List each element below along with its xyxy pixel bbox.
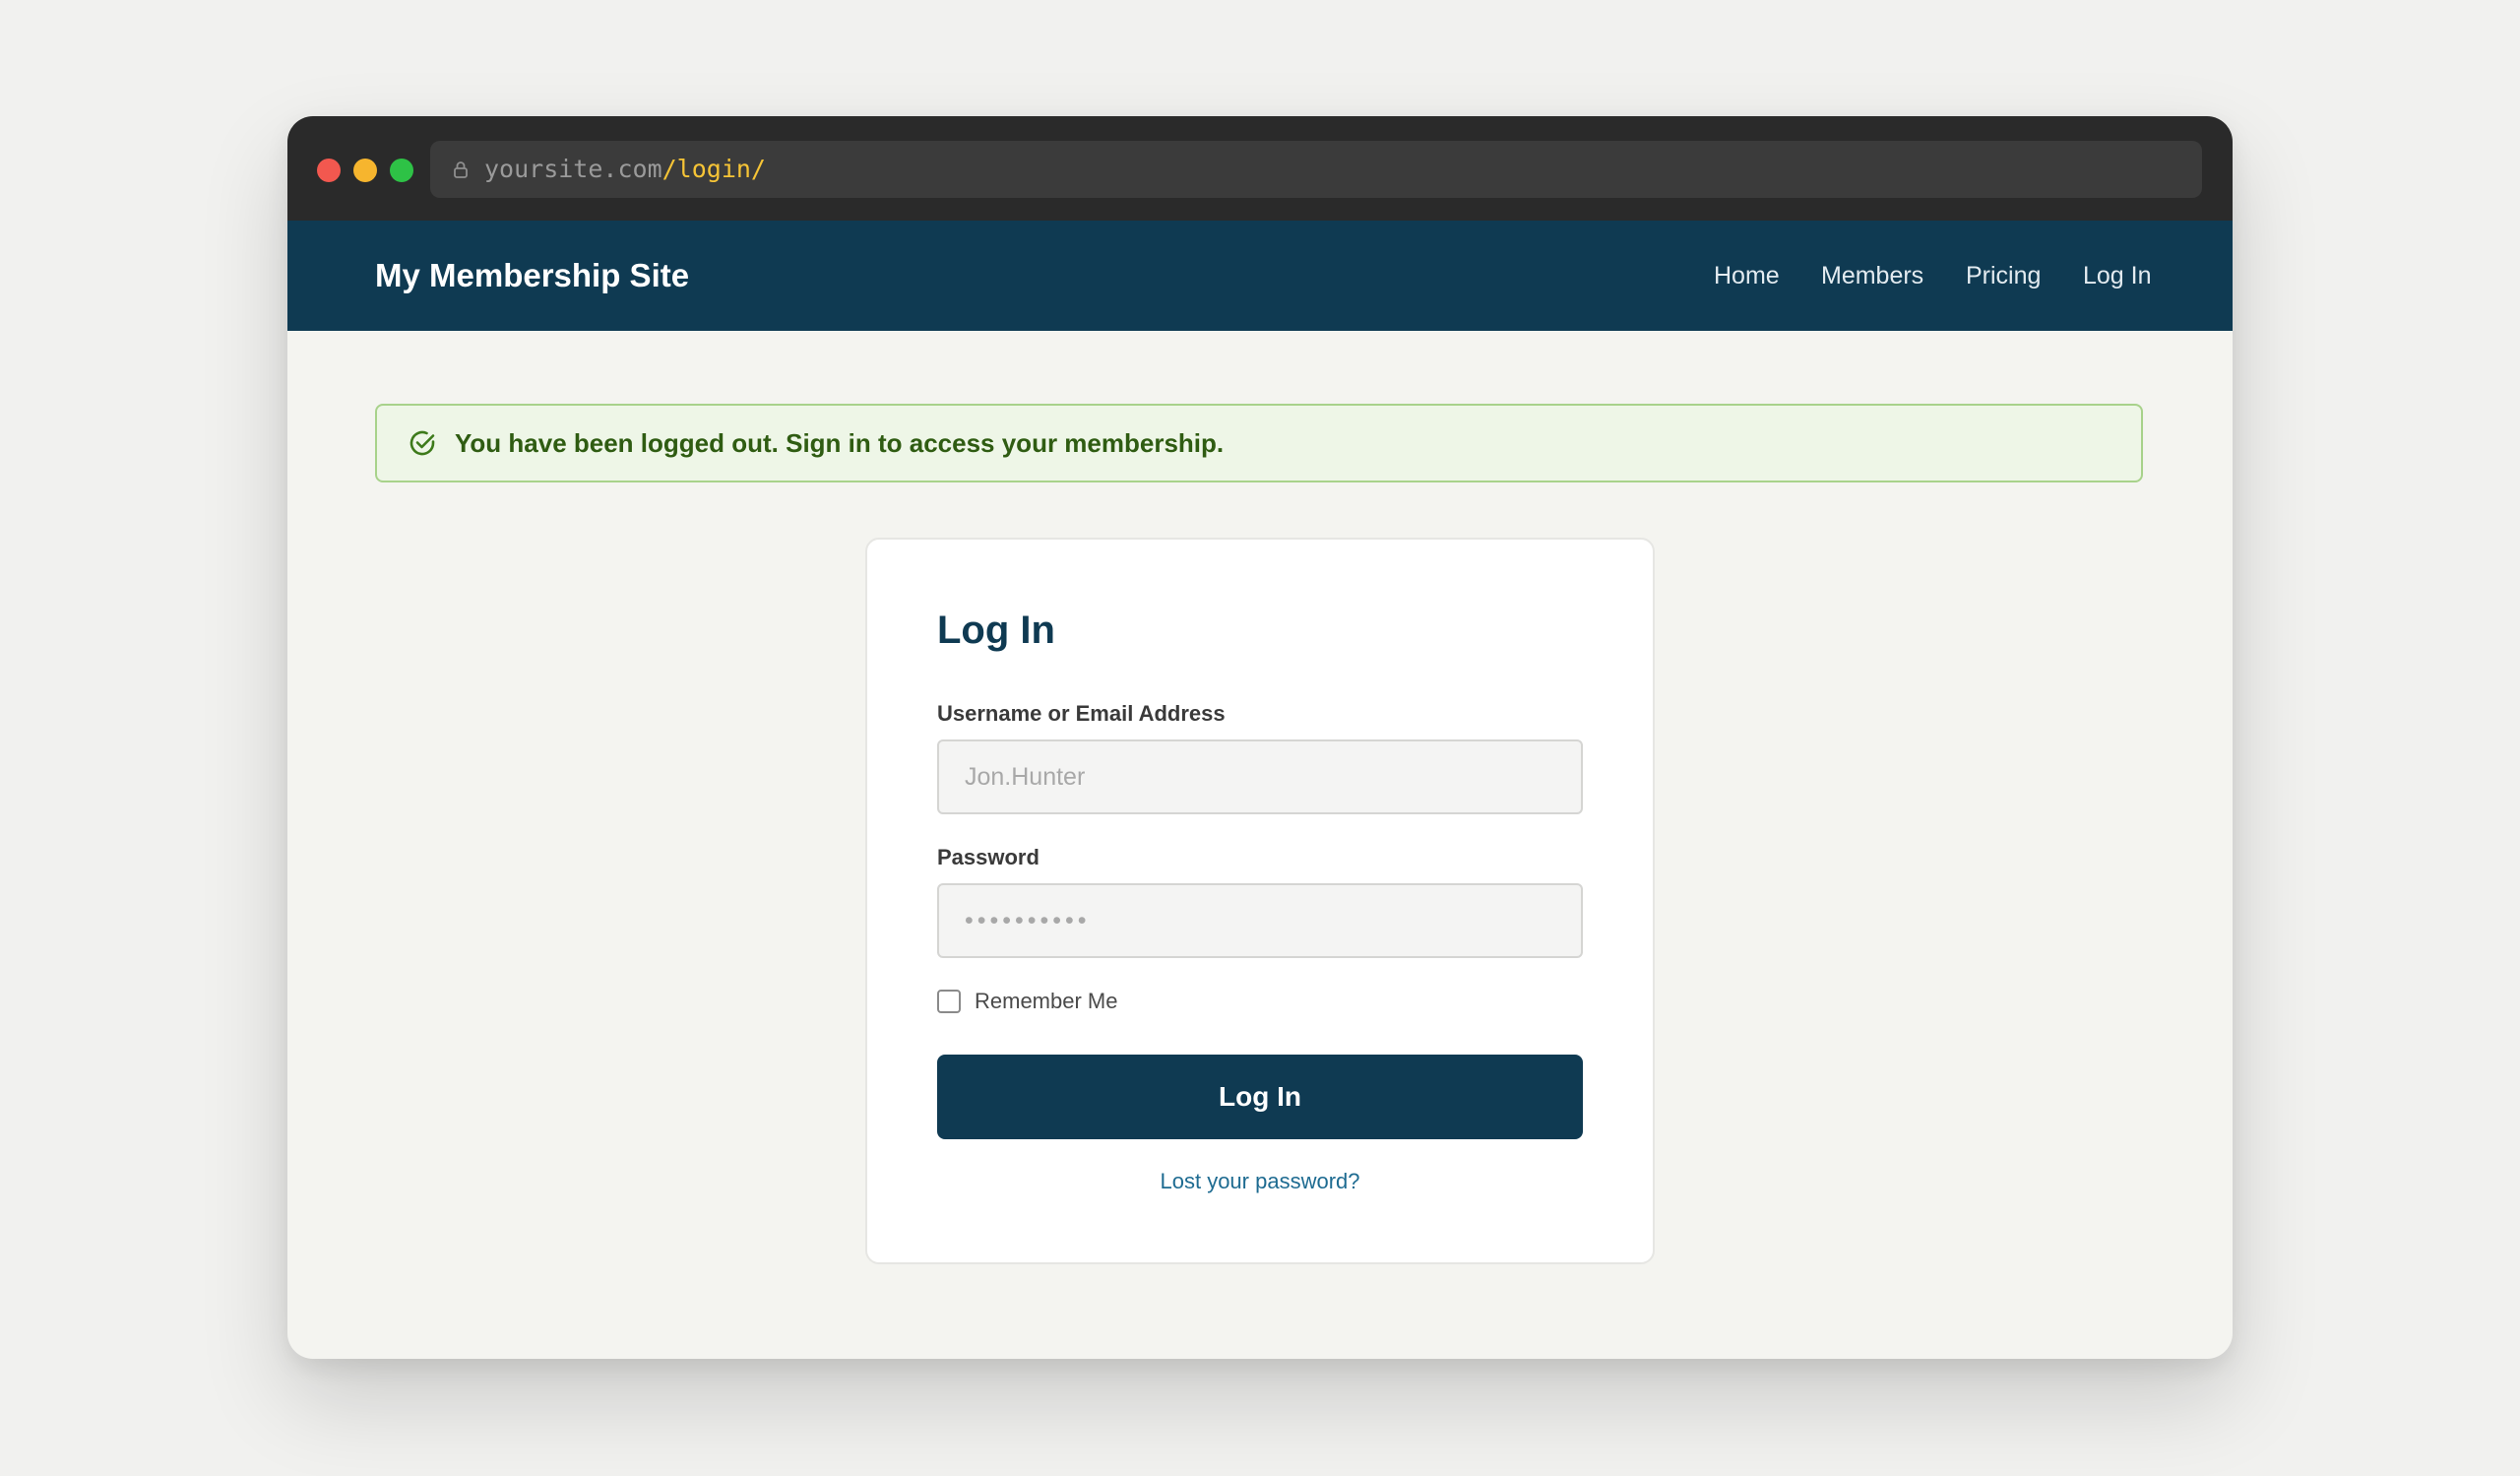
close-window-button[interactable]	[317, 159, 341, 182]
login-submit-button[interactable]: Log In	[937, 1055, 1583, 1139]
username-input[interactable]	[937, 739, 1583, 814]
url-domain: yoursite.com	[484, 155, 662, 183]
nav-members[interactable]: Members	[1821, 260, 1923, 291]
notice-text: You have been logged out. Sign in to acc…	[455, 428, 1225, 458]
site-title[interactable]: My Membership Site	[375, 256, 689, 295]
check-circle-icon	[410, 430, 435, 456]
remember-me-label[interactable]: Remember Me	[975, 988, 1117, 1015]
lock-icon	[454, 161, 468, 178]
url-path: /login/	[662, 155, 766, 183]
nav-pricing[interactable]: Pricing	[1966, 260, 2041, 291]
lost-password-link[interactable]: Lost your password?	[937, 1168, 1583, 1195]
login-title: Log In	[937, 609, 1055, 652]
address-bar-url: yoursite.com/login/	[484, 155, 766, 184]
username-label: Username or Email Address	[937, 701, 1226, 726]
nav-home[interactable]: Home	[1714, 260, 1780, 291]
password-label: Password	[937, 845, 1040, 869]
password-input[interactable]	[937, 883, 1583, 958]
remember-me-checkbox[interactable]	[937, 990, 961, 1013]
maximize-window-button[interactable]	[390, 159, 413, 182]
nav-login[interactable]: Log In	[2083, 260, 2152, 291]
minimize-window-button[interactable]	[353, 159, 377, 182]
